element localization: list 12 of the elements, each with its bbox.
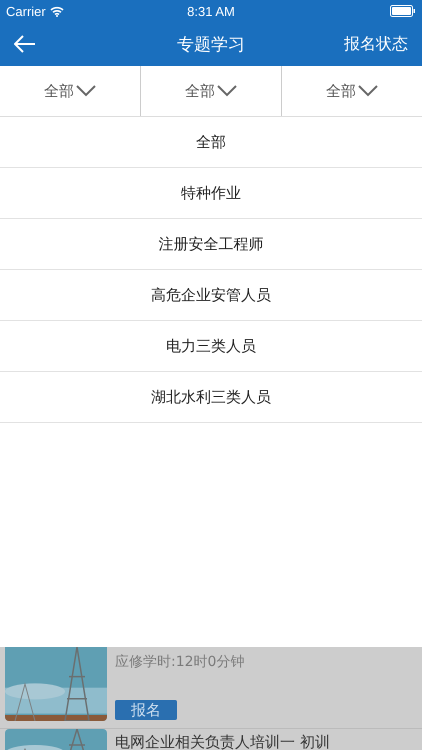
course-title: 电网企业相关负责人培训一 初训 (115, 733, 331, 750)
wifi-icon (50, 6, 64, 16)
page-title: 专题学习 (177, 34, 245, 56)
signup-button[interactable]: 报名 (115, 700, 177, 720)
chevron-down-icon (358, 85, 378, 97)
carrier-label: Carrier (6, 4, 46, 18)
battery-icon (390, 5, 416, 17)
time-label: 8:31 AM (187, 4, 235, 18)
chevron-down-icon (76, 85, 96, 97)
signup-status-button[interactable]: 报名状态 (344, 34, 408, 54)
study-hours: 应修学时:12时0分钟 (115, 653, 246, 671)
chevron-down-icon (217, 85, 237, 97)
